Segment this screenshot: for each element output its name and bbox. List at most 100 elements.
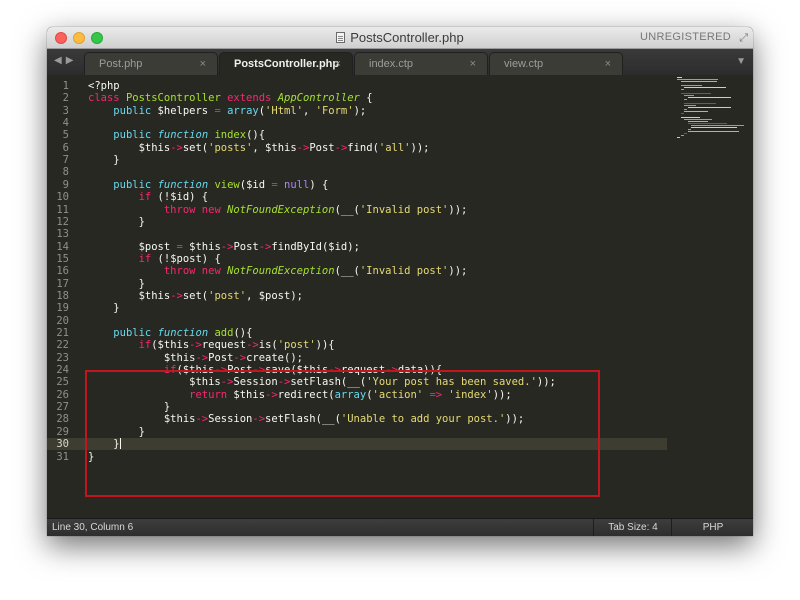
tab-menu-icon[interactable]: ▼ — [736, 56, 746, 67]
code-line[interactable]: 3 public $helpers = array('Html', 'Form'… — [47, 105, 667, 117]
minimap-line — [684, 109, 688, 110]
minimap[interactable] — [673, 75, 753, 518]
code-line[interactable]: 6 $this->set('posts', $this->Post->find(… — [47, 142, 667, 154]
cursor-position: Line 30, Column 6 — [52, 522, 134, 533]
code-text: $this->Post->create(); — [88, 351, 303, 364]
code-line[interactable]: 7 } — [47, 154, 667, 166]
line-number: 5 — [62, 129, 69, 142]
code-line[interactable]: 15 if (!$post) { — [47, 253, 667, 265]
status-bar: Line 30, Column 6 Tab Size: 4 PHP — [47, 518, 753, 536]
line-number: 17 — [56, 277, 69, 290]
minimap-line — [684, 99, 688, 100]
code-line[interactable]: 12 } — [47, 216, 667, 228]
code-line[interactable]: 23 $this->Post->create(); — [47, 352, 667, 364]
code-text: class PostsController extends AppControl… — [88, 92, 373, 105]
line-number: 6 — [62, 141, 69, 154]
fullscreen-icon[interactable]: ⤢ — [739, 32, 748, 45]
minimap-line — [687, 121, 708, 122]
minimap-line — [684, 103, 716, 104]
line-number: 23 — [56, 351, 69, 364]
code-line[interactable]: 22 if($this->request->is('post')){ — [47, 339, 667, 351]
code-line[interactable]: 21 public function add(){ — [47, 327, 667, 339]
code-text: <?php — [88, 80, 120, 92]
code-line[interactable]: 1 <?php — [47, 80, 667, 92]
code-text: if($this->request->is('post')){ — [138, 339, 335, 352]
syntax-selector[interactable]: PHP — [671, 519, 753, 536]
tab-size-selector[interactable]: Tab Size: 4 — [593, 519, 672, 536]
line-number: 21 — [56, 327, 69, 339]
minimap-line — [680, 89, 684, 90]
code-text: if (!$id) { — [138, 191, 209, 204]
tab-post-php[interactable]: Post.php × — [84, 52, 218, 75]
code-text: public function index(){ — [113, 129, 266, 142]
tab-label: index.ctp — [369, 58, 414, 70]
line-number: 2 — [62, 92, 69, 105]
line-number: 9 — [62, 178, 69, 191]
minimap-line — [684, 111, 708, 112]
line-number: 8 — [62, 166, 69, 179]
editor-window: PostsController.php UNREGISTERED ⤢ ◀▶ Po… — [47, 27, 753, 536]
line-number: 26 — [56, 388, 69, 401]
tab-close-icon[interactable]: × — [605, 53, 611, 76]
line-number: 4 — [62, 117, 69, 130]
minimap-line — [687, 97, 731, 98]
code-line[interactable]: 11 throw new NotFoundException(__('Inval… — [47, 204, 667, 216]
minimap-line — [687, 131, 740, 132]
line-number: 16 — [56, 265, 69, 278]
window-title-text: PostsController.php — [350, 30, 464, 45]
minimap-line — [680, 93, 712, 94]
minimap-line — [680, 117, 701, 118]
code-line[interactable]: 20 — [47, 315, 667, 327]
minimap-line — [684, 95, 695, 96]
code-text: public function view($id = null) { — [113, 178, 329, 191]
minimap-line — [680, 85, 703, 86]
code-text: throw new NotFoundException(__('Invalid … — [163, 203, 468, 216]
line-number: 29 — [56, 425, 69, 438]
minimap-line — [691, 127, 738, 128]
code-line[interactable]: 5 public function index(){ — [47, 129, 667, 141]
code-line[interactable]: 2 class PostsController extends AppContro… — [47, 92, 667, 104]
minimap-line — [687, 129, 691, 130]
code-text: } — [88, 215, 145, 228]
tab-view-ctp[interactable]: view.ctp × — [489, 52, 623, 75]
line-number: 7 — [62, 154, 69, 167]
line-number: 25 — [56, 376, 69, 389]
tab-close-icon[interactable]: × — [200, 53, 206, 76]
line-number: 1 — [62, 80, 69, 92]
line-number: 28 — [56, 413, 69, 426]
code-line[interactable]: 13 — [47, 228, 667, 240]
tab-bar: ◀▶ Post.php × PostsController.php × inde… — [47, 49, 753, 75]
code-editor[interactable]: 1 <?php 2 class PostsController extends App… — [47, 75, 753, 518]
minimap-line — [687, 123, 728, 124]
minimap-line — [684, 105, 696, 106]
code-text: } — [88, 154, 120, 167]
code-text: $this->set('post', $post); — [88, 289, 303, 302]
code-line[interactable]: 9 public function view($id = null) { — [47, 179, 667, 191]
code-text: $post = $this->Post->findById($id); — [88, 240, 360, 253]
tab-postscontroller-php[interactable]: PostsController.php × — [219, 52, 353, 75]
minimap-line — [684, 133, 688, 134]
line-number: 10 — [56, 191, 69, 204]
code-line[interactable]: 8 — [47, 166, 667, 178]
code-line[interactable]: 19 } — [47, 302, 667, 314]
code-line[interactable]: 16 throw new NotFoundException(__('Inval… — [47, 265, 667, 277]
minimap-line — [680, 113, 684, 114]
minimap-line — [691, 125, 744, 126]
minimap-line — [687, 107, 731, 108]
line-number: 27 — [56, 401, 69, 414]
code-line[interactable]: 17 } — [47, 278, 667, 290]
code-text: throw new NotFoundException(__('Invalid … — [163, 265, 468, 278]
code-line[interactable]: 4 — [47, 117, 667, 129]
tab-close-icon[interactable]: × — [335, 53, 341, 76]
tab-index-ctp[interactable]: index.ctp × — [354, 52, 488, 75]
tab-nav-arrows-icon[interactable]: ◀▶ — [54, 55, 77, 66]
minimap-line — [680, 81, 717, 82]
tab-close-icon[interactable]: × — [470, 53, 476, 76]
minimap-line — [684, 119, 713, 120]
highlight-annotation-box — [85, 370, 600, 497]
line-number: 24 — [56, 364, 69, 377]
code-line[interactable]: 14 $post = $this->Post->findById($id); — [47, 241, 667, 253]
code-line[interactable]: 18 $this->set('post', $post); — [47, 290, 667, 302]
code-line[interactable]: 10 if (!$id) { — [47, 191, 667, 203]
code-text: public function add(){ — [113, 327, 253, 339]
